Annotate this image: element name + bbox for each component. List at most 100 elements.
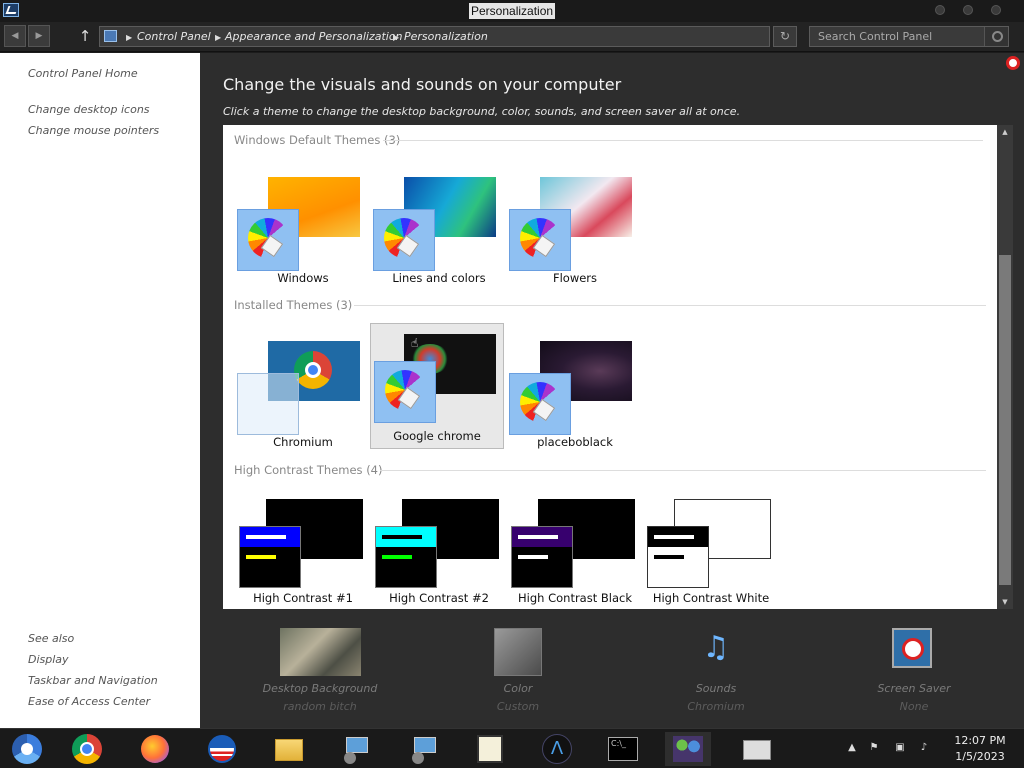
left-pane: Control Panel Home Change desktop icons … xyxy=(0,53,200,728)
group-divider xyxy=(383,140,983,141)
theme-high-contrast-2[interactable]: High Contrast #2 xyxy=(373,493,507,609)
control-panel-icon xyxy=(104,30,117,42)
color-fan-icon xyxy=(385,370,425,410)
sounds-icon: ♫ xyxy=(702,630,730,665)
hand-cursor-icon: ☝ xyxy=(411,336,419,350)
search-box[interactable] xyxy=(809,26,1009,47)
theme-chromium[interactable]: Chromium xyxy=(237,327,371,453)
theme-color-preview xyxy=(239,526,301,588)
network-tool-2-icon[interactable] xyxy=(408,732,442,766)
address-bar[interactable]: ▶ Control Panel ▶ Appearance and Persona… xyxy=(99,26,770,47)
themes-list: Windows Default Themes (3) Windows Lines… xyxy=(223,125,1013,609)
group-heading: Installed Themes (3) xyxy=(234,298,353,312)
theme-color-preview xyxy=(374,361,436,423)
theme-label: Chromium xyxy=(273,435,333,449)
file-explorer-icon[interactable] xyxy=(272,732,306,766)
theme-color-preview xyxy=(237,209,299,271)
vertical-scrollbar[interactable]: ▲ ▼ xyxy=(997,125,1013,609)
firefox-icon[interactable] xyxy=(138,732,172,766)
close-button[interactable] xyxy=(991,5,1001,15)
clock[interactable]: 12:07 PM 1/5/2023 xyxy=(946,733,1014,765)
color-fan-icon xyxy=(248,218,288,258)
refresh-button[interactable]: ↻ xyxy=(773,26,797,47)
taskbar: Λ C:\_ ▲ ⚑ ▣ ♪ 12:07 PM 1/5/2023 xyxy=(0,728,1024,768)
display-link[interactable]: Display xyxy=(28,653,69,667)
breadcrumb-personalization[interactable]: Personalization xyxy=(404,29,488,44)
page-subtitle: Click a theme to change the desktop back… xyxy=(223,105,741,118)
up-button[interactable]: ↑ xyxy=(76,26,94,46)
register-icon[interactable] xyxy=(740,732,774,766)
scroll-up-icon[interactable]: ▲ xyxy=(997,125,1013,139)
chrome-logo-icon xyxy=(294,351,332,389)
group-heading: High Contrast Themes (4) xyxy=(234,463,383,477)
theme-high-contrast-white[interactable]: High Contrast White xyxy=(645,493,779,609)
theme-label: placeboblack xyxy=(537,435,613,449)
theme-label: Windows xyxy=(277,271,329,285)
sounds-label: Sounds xyxy=(695,682,737,695)
forward-button[interactable]: ▶ xyxy=(28,25,50,47)
breadcrumb-control-panel[interactable]: Control Panel xyxy=(137,29,211,44)
theme-color-preview xyxy=(373,209,435,271)
users-icon[interactable] xyxy=(665,732,711,766)
theme-high-contrast-1[interactable]: High Contrast #1 xyxy=(237,493,371,609)
maximize-button[interactable] xyxy=(963,5,973,15)
network-tool-icon[interactable] xyxy=(340,732,374,766)
chrome-icon[interactable] xyxy=(70,732,104,766)
search-icon[interactable] xyxy=(984,27,1008,46)
theme-high-contrast-black[interactable]: High Contrast Black xyxy=(509,493,643,609)
theme-label: Lines and colors xyxy=(392,271,486,285)
cmd-icon[interactable]: C:\_ xyxy=(606,732,640,766)
group-divider xyxy=(380,470,986,471)
help-icon[interactable] xyxy=(1006,56,1020,70)
volume-icon[interactable]: ♪ xyxy=(918,742,930,754)
theme-color-preview xyxy=(647,526,709,588)
theme-label: High Contrast White xyxy=(652,591,770,605)
desktop-background-thumbnail xyxy=(280,628,361,676)
breadcrumb-appearance[interactable]: Appearance and Personalization xyxy=(225,29,403,44)
change-mouse-pointers-link[interactable]: Change mouse pointers xyxy=(28,124,159,138)
window-title: Personalization xyxy=(469,3,556,19)
theme-windows[interactable]: Windows xyxy=(237,163,371,289)
theme-color-preview xyxy=(509,209,571,271)
color-swatch-icon xyxy=(494,628,542,676)
search-input[interactable] xyxy=(810,27,986,46)
address-toolbar: ◀ ▶ ↑ ▶ Control Panel ▶ Appearance and P… xyxy=(0,22,1024,52)
group-heading: Windows Default Themes (3) xyxy=(234,133,401,147)
flag-icon[interactable]: ⚑ xyxy=(868,742,880,754)
theme-label: High Contrast Black xyxy=(518,591,632,605)
back-button[interactable]: ◀ xyxy=(4,25,26,47)
pixel-dog-icon[interactable] xyxy=(473,732,507,766)
chevron-up-icon[interactable]: ▲ xyxy=(846,742,858,754)
arch-icon[interactable]: Λ xyxy=(540,732,574,766)
obama-logo-icon[interactable] xyxy=(205,732,239,766)
theme-google-chrome[interactable]: Google chrome ☝ xyxy=(370,323,504,449)
group-divider xyxy=(354,305,986,306)
taskbar-navigation-link[interactable]: Taskbar and Navigation xyxy=(28,674,158,688)
theme-color-preview xyxy=(511,526,573,588)
clock-date: 1/5/2023 xyxy=(955,750,1005,763)
control-panel-home-link[interactable]: Control Panel Home xyxy=(28,67,138,81)
chevron-right-icon[interactable]: ▶ xyxy=(393,30,399,45)
theme-lines-and-colors[interactable]: Lines and colors xyxy=(373,163,507,289)
change-desktop-icons-link[interactable]: Change desktop icons xyxy=(28,103,150,117)
theme-label: Flowers xyxy=(552,271,598,285)
network-icon[interactable]: ▣ xyxy=(894,742,906,754)
chevron-right-icon[interactable]: ▶ xyxy=(126,30,132,45)
ease-of-access-link[interactable]: Ease of Access Center xyxy=(28,695,150,709)
color-fan-icon xyxy=(520,218,560,258)
desktop-background-value: random bitch xyxy=(283,700,357,713)
chevron-right-icon[interactable]: ▶ xyxy=(215,30,221,45)
screen-saver-value: None xyxy=(899,700,929,713)
theme-placeboblack[interactable]: placeboblack xyxy=(509,327,643,453)
scroll-down-icon[interactable]: ▼ xyxy=(997,595,1013,609)
see-also-heading: See also xyxy=(28,632,75,645)
control-panel-icon xyxy=(3,3,19,17)
main-pane: Change the visuals and sounds on your co… xyxy=(200,53,1024,728)
scroll-thumb[interactable] xyxy=(999,255,1011,585)
theme-flowers[interactable]: Flowers xyxy=(509,163,643,289)
color-value: Custom xyxy=(496,700,540,713)
chromium-icon[interactable] xyxy=(10,732,44,766)
minimize-button[interactable] xyxy=(935,5,945,15)
title-bar: Personalization xyxy=(0,0,1024,22)
color-fan-icon xyxy=(520,382,560,422)
